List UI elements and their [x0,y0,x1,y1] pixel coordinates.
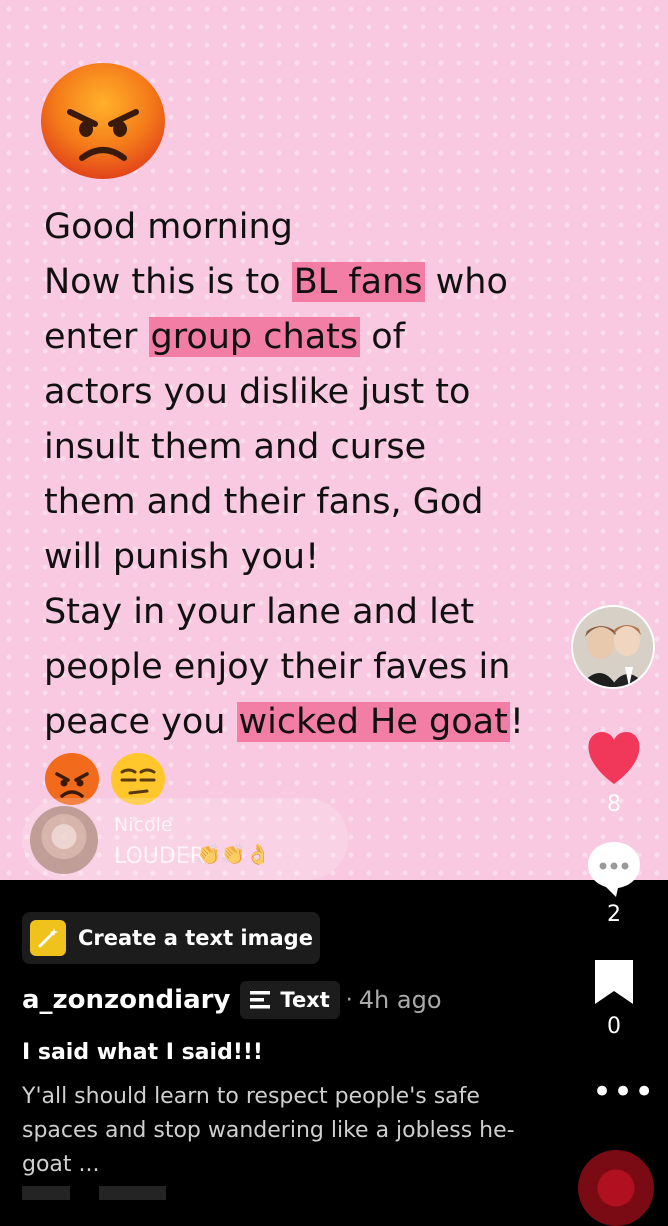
separator: · [345,987,353,1013]
username-link[interactable]: a_zonzondiary [22,985,230,1015]
highlighted-phrase: wicked He goat [236,702,510,742]
comment-button[interactable] [586,840,642,898]
post-text-line: people enjoy their faves in [44,640,584,695]
text-segment: Good morning [44,207,293,247]
post-text-line: Now this is to BL fans who [44,255,584,310]
text-segment: enter [44,317,149,357]
avatar [30,806,98,874]
post-text: Good morning Now this is to BL fans who en… [44,200,584,750]
text-segment: who [424,262,508,302]
post-text-line: them and their fans, God [44,475,584,530]
text-segment: of [360,317,405,357]
overlay-comment-name: Nicole [114,814,173,836]
overlay-comment-emoji: 👏👏👌 [196,842,271,866]
text-segment: will punish you! [44,537,320,577]
profile-photo-icon [573,607,653,687]
post-meta: a_zonzondiary Text · 4h ago [22,980,442,1020]
comment-count: 2 [607,902,621,927]
post-text-line: Stay in your lane and let [44,585,584,640]
highlighted-phrase: BL fans [291,262,425,302]
post-timestamp: 4h ago [358,986,442,1014]
cut-off-text [22,1186,502,1200]
text-segment: actors you dislike just to [44,372,471,412]
post-text-line: enter group chats of [44,310,584,365]
like-count: 8 [607,792,621,817]
bookmark-button[interactable] [593,958,635,1006]
text-segment: people enjoy their faves in [44,647,511,687]
more-options-icon[interactable]: ••• [592,1075,655,1109]
magic-wand-icon [30,920,66,956]
post-type-label: Text [280,988,330,1012]
text-segment: peace you [44,702,237,742]
highlighted-phrase: group chats [148,317,361,357]
text-segment: them and their fans, God [44,482,484,522]
text-segment: Stay in your lane and let [44,592,475,632]
post-text-line: Good morning [44,200,584,255]
text-lines-icon [250,991,271,1009]
text-segment: insult them and curse [44,427,427,467]
angry-face-icon [41,63,165,179]
post-text-line: insult them and curse [44,420,584,475]
create-text-image-button[interactable]: Create a text image [22,912,320,964]
overlay-comment-message: LOUDER [114,844,206,869]
caption-title: I said what I said!!! [22,1040,263,1065]
save-count: 0 [607,1014,621,1039]
like-button[interactable] [584,730,644,786]
post-text-line: actors you dislike just to [44,365,584,420]
caption-body[interactable]: Y'all should learn to respect people's s… [22,1080,542,1182]
music-disc-icon[interactable] [578,1150,654,1226]
post-image[interactable]: Good morning Now this is to BL fans who en… [0,0,668,880]
post-text-line: peace you wicked He goat! [44,695,584,750]
author-avatar[interactable] [571,605,655,689]
post-type-badge: Text [240,981,340,1019]
text-segment: ! [509,702,524,742]
text-segment: Now this is to [44,262,292,302]
post-text-line: will punish you! [44,530,584,585]
create-text-image-label: Create a text image [78,926,313,950]
